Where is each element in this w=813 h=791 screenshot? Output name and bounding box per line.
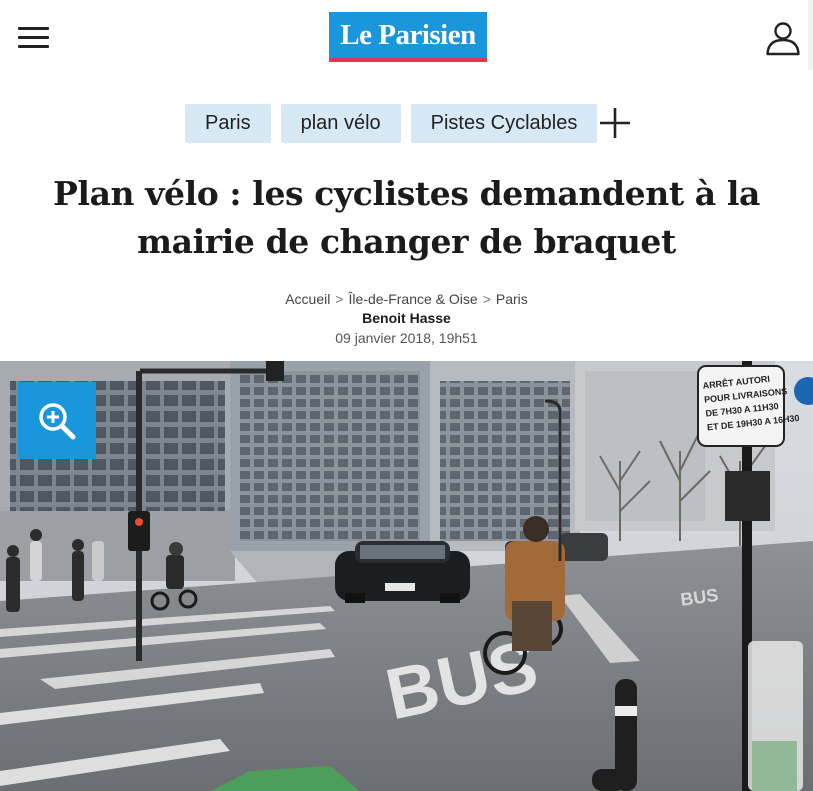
tag-plan-velo[interactable]: plan vélo (280, 104, 401, 143)
logo-text: Le Parisien (329, 12, 487, 58)
tag-paris[interactable]: Paris (185, 104, 271, 143)
article-date: 09 janvier 2018, 19h51 (335, 330, 478, 346)
scrollbar-edge (808, 0, 813, 70)
breadcrumb-ile-de-france[interactable]: Île-de-France & Oise (349, 291, 478, 307)
hamburger-menu-icon[interactable] (18, 27, 49, 49)
user-account-icon[interactable] (765, 20, 801, 56)
zoom-in-icon (39, 402, 76, 439)
street-scene-image: BUS BUS ARRÊT AUTORI POUR LIVRAISONS DE … (0, 361, 813, 791)
site-header: Le Parisien (0, 0, 813, 78)
breadcrumb-accueil[interactable]: Accueil (285, 291, 330, 307)
tag-list: Paris plan vélo Pistes Cyclables (185, 104, 607, 143)
article-author[interactable]: Benoit Hasse (0, 310, 813, 326)
tag-pistes-cyclables[interactable]: Pistes Cyclables (410, 104, 598, 143)
article-photo[interactable]: BUS BUS ARRÊT AUTORI POUR LIVRAISONS DE … (0, 361, 813, 791)
logo-underline (329, 58, 487, 62)
breadcrumb: Accueil > Île-de-France & Oise > Paris (0, 290, 813, 308)
site-logo[interactable]: Le Parisien (329, 12, 487, 62)
breadcrumb-paris[interactable]: Paris (496, 291, 528, 307)
article-title: Plan vélo : les cyclistes demandent à la… (53, 174, 760, 261)
breadcrumb-separator: > (335, 291, 344, 307)
zoom-button[interactable] (18, 382, 96, 459)
breadcrumb-separator: > (482, 291, 491, 307)
plus-icon[interactable] (599, 107, 631, 139)
